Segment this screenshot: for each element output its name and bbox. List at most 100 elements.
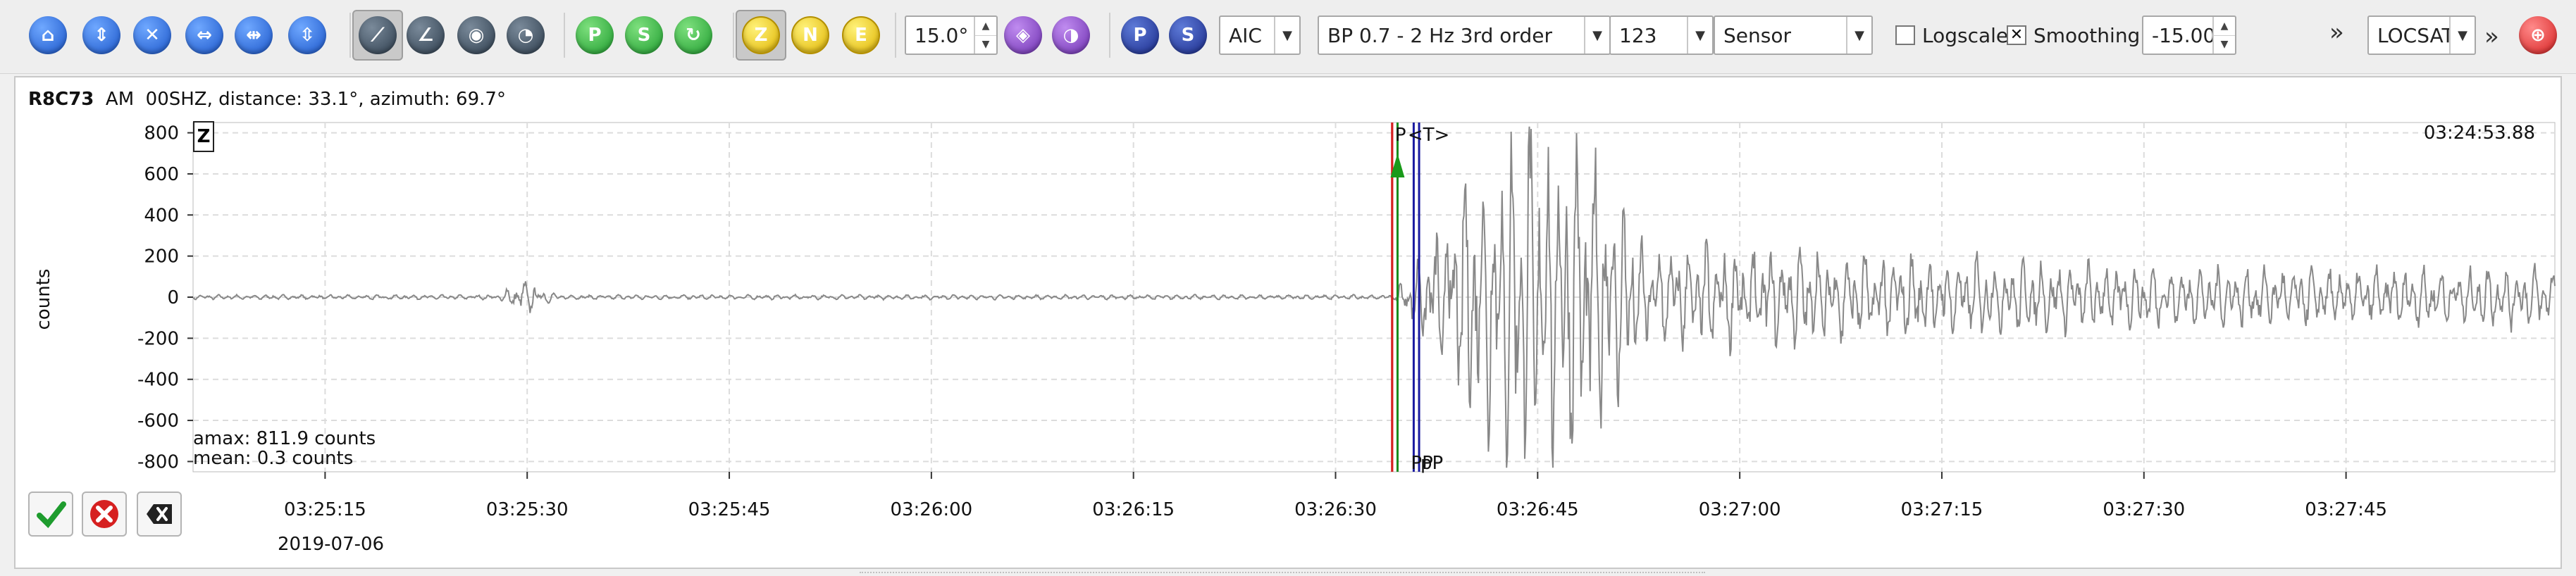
spin-up-icon: ▲ (975, 17, 996, 36)
picker-value: AIC (1229, 23, 1262, 47)
pick-s-icon: S (625, 16, 663, 54)
x-tick-label: 03:27:45 (2305, 499, 2387, 520)
clear-button[interactable] (137, 492, 182, 537)
x-tick-label: 03:26:30 (1294, 499, 1377, 520)
next-icon: ⇹ (235, 16, 273, 54)
locator-select[interactable]: LOCSAT ▼ (2367, 15, 2476, 55)
toolbar-separator (733, 13, 734, 58)
start-time-label: 03:24:53.88 (2423, 123, 2535, 144)
mean-label: mean: 0.3 counts (193, 448, 354, 469)
locator-value: LOCSAT (2377, 23, 2449, 47)
y-tick-label: -600 (137, 411, 179, 432)
pick-mode-2-icon: ∠ (407, 16, 445, 54)
x-tick-label: 03:26:45 (1497, 499, 1579, 520)
rotate-reset-button[interactable]: ◑ (1046, 10, 1096, 61)
rotation-angle-value: 15.0° (915, 23, 969, 47)
pick-mode-1-icon: ⟋ (359, 16, 397, 54)
smoothing-label: Smoothing (2033, 23, 2141, 47)
rotate-button[interactable]: ◈ (998, 10, 1048, 61)
x-tick-label: 03:26:00 (890, 499, 972, 520)
chevron-down-icon: ▼ (1274, 17, 1299, 54)
picker-select[interactable]: AIC ▼ (1219, 15, 1301, 55)
trace-panel[interactable]: R8C73 AM 00SHZ, distance: 33.1°, azimuth… (14, 76, 2562, 569)
smoothing-checkbox[interactable]: ✕ Smoothing (2007, 20, 2140, 51)
component-z-icon: Z (742, 16, 780, 54)
pick-mode-3-button[interactable]: ◉ (451, 10, 502, 61)
x-tick-label: 03:27:30 (2103, 499, 2185, 520)
x-tick-label: 03:25:45 (688, 499, 771, 520)
unit-mode-value: Sensor (1723, 23, 1791, 47)
chevron-down-icon: ▼ (1846, 17, 1871, 54)
y-tick-label: 600 (144, 164, 179, 185)
reject-button[interactable] (82, 492, 127, 537)
picker-toolbar: ⌂ ⇕ ✕ ⇔ ⇹ ⇳ ⟋ ∠ ◉ ◔ P S ↻ Z N E 15.0° ▲ … (0, 0, 2576, 74)
component-n-button[interactable]: N (785, 10, 836, 61)
accept-button[interactable] (28, 492, 73, 537)
pick-mode-4-icon: ◔ (507, 16, 545, 54)
date-label: 2019-07-06 (278, 534, 385, 555)
channel-order-select[interactable]: 123 ▼ (1609, 15, 1714, 55)
phase-p-icon: P (1121, 16, 1159, 54)
y-tick-label: 200 (144, 246, 179, 268)
y-tick-label: 0 (167, 287, 179, 308)
x-tick-label: 03:27:00 (1699, 499, 1781, 520)
home-button[interactable]: ⌂ (23, 10, 73, 61)
spin-arrows[interactable]: ▲ ▼ (2212, 17, 2235, 54)
zoom-out-icon: ✕ (133, 16, 171, 54)
toolbar-overflow-icon[interactable]: » (2329, 18, 2344, 46)
filter-select[interactable]: BP 0.7 - 2 Hz 3rd order ▼ (1318, 15, 1611, 55)
phase-p-button[interactable]: P (1115, 10, 1165, 61)
chevron-down-icon: ▼ (2449, 17, 2475, 54)
align-button[interactable]: ⇳ (282, 10, 333, 61)
filter-value: BP 0.7 - 2 Hz 3rd order (1327, 23, 1552, 47)
y-tick-label: -800 (137, 451, 179, 472)
zoom-out-button[interactable]: ✕ (127, 10, 178, 61)
zoom-fit-icon: ⇕ (82, 16, 120, 54)
y-tick-label: -200 (137, 328, 179, 349)
reject-icon (90, 500, 118, 528)
component-n-icon: N (791, 16, 829, 54)
pick-mode-2-button[interactable]: ∠ (400, 10, 451, 61)
toolbar-separator (895, 13, 896, 58)
next-button[interactable]: ⇹ (228, 10, 279, 61)
logscale-checkbox[interactable]: Logscale (1895, 20, 2008, 51)
channel-order-value: 123 (1619, 23, 1657, 47)
zoom-fit-button[interactable]: ⇕ (76, 10, 127, 61)
relocate-button[interactable]: ⊕ (2513, 10, 2563, 61)
phase-s-button[interactable]: S (1163, 10, 1213, 61)
pick-p-icon: P (576, 16, 614, 54)
pick-other-button[interactable]: ↻ (668, 10, 719, 61)
spin-down-icon: ▼ (2220, 39, 2229, 51)
component-z-button[interactable]: Z (736, 10, 786, 61)
previous-icon: ⇔ (185, 16, 223, 54)
component-e-button[interactable]: E (836, 10, 886, 61)
unit-mode-select[interactable]: Sensor ▼ (1714, 15, 1873, 55)
logscale-label: Logscale (1922, 23, 2009, 47)
y-tick-label: 400 (144, 205, 179, 226)
spin-up-icon: ▲ (2214, 17, 2235, 36)
pick-mode-4-button[interactable]: ◔ (500, 10, 551, 61)
pick-p-button[interactable]: P (569, 10, 620, 61)
resize-grip[interactable] (860, 572, 1705, 576)
previous-button[interactable]: ⇔ (179, 10, 230, 61)
rotate-reset-icon: ◑ (1052, 16, 1090, 54)
phase-s-icon: S (1169, 16, 1207, 54)
chevron-down-icon: ▼ (1687, 17, 1712, 54)
toolbar-separator (1109, 13, 1110, 58)
toolbar-overflow-icon[interactable]: » (2484, 23, 2499, 51)
offset-spinbox[interactable]: -15.00 ▲ ▼ (2142, 15, 2236, 55)
offset-value: -15.00 (2152, 23, 2212, 47)
rotation-angle-spinbox[interactable]: 15.0° ▲ ▼ (905, 15, 998, 55)
crosshair-icon: ⊕ (2519, 16, 2557, 54)
y-tick-label: -400 (137, 370, 179, 391)
x-tick-label: 03:27:15 (1901, 499, 1983, 520)
y-tick-label: 800 (144, 123, 179, 144)
component-indicator: Z (193, 121, 214, 152)
component-e-icon: E (842, 16, 880, 54)
x-tick-label: 03:25:15 (284, 499, 366, 520)
spin-arrows[interactable]: ▲ ▼ (974, 17, 996, 54)
seismogram-plot[interactable]: 800 600 400 200 0 -200 -400 -600 -800 03:25:15 03:… (16, 77, 2560, 568)
pick-s-button[interactable]: S (619, 10, 669, 61)
x-tick-label: 03:25:30 (486, 499, 569, 520)
pick-mode-1-button[interactable]: ⟋ (352, 10, 403, 61)
